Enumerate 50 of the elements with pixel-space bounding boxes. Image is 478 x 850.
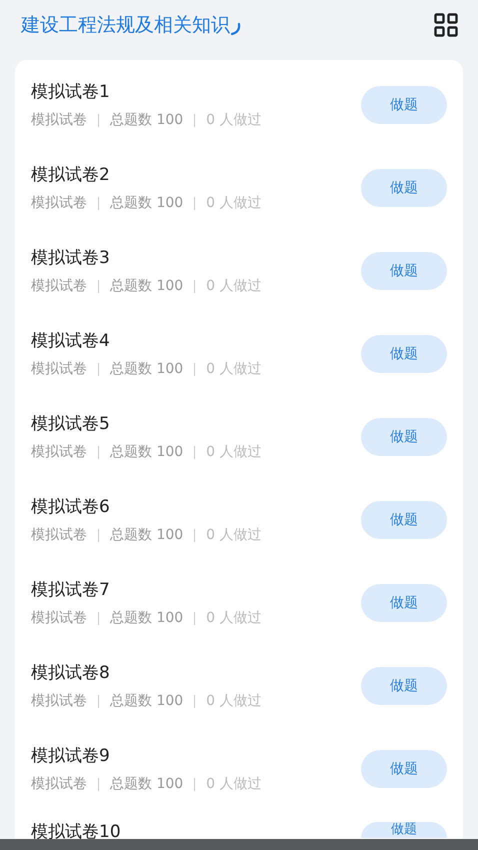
attempt-count: 0 人做过	[206, 526, 262, 544]
paper-title: 模拟试卷3	[31, 247, 111, 269]
attempt-count: 0 人做过	[206, 111, 262, 129]
attempt-count: 0 人做过	[206, 194, 262, 212]
attempt-count: 0 人做过	[206, 692, 262, 710]
practice-button[interactable]: 做题	[361, 168, 447, 206]
loading-icon	[230, 22, 242, 36]
paper-type: 模拟试卷	[31, 111, 87, 129]
question-count: 总题数 100	[110, 360, 184, 378]
question-count: 总题数 100	[110, 609, 184, 627]
paper-type: 模拟试卷	[31, 194, 87, 212]
paper-title: 模拟试卷10	[31, 821, 122, 843]
practice-button[interactable]: 做题	[361, 822, 447, 838]
question-count: 总题数 100	[110, 692, 184, 710]
paper-type: 模拟试卷	[31, 360, 87, 378]
paper-type: 模拟试卷	[31, 526, 87, 544]
practice-button[interactable]: 做题	[361, 86, 447, 124]
question-count: 总题数 100	[110, 443, 184, 461]
paper-type: 模拟试卷	[31, 277, 87, 295]
question-count: 总题数 100	[110, 277, 184, 295]
attempt-count: 0 人做过	[206, 775, 262, 793]
practice-button[interactable]: 做题	[361, 418, 447, 456]
paper-type: 模拟试卷	[31, 775, 87, 793]
practice-button[interactable]: 做题	[361, 334, 447, 372]
paper-title: 模拟试卷7	[31, 579, 111, 601]
question-count: 总题数 100	[110, 526, 184, 544]
question-count: 总题数 100	[110, 111, 184, 129]
paper-title: 模拟试卷1	[31, 81, 111, 103]
paper-type: 模拟试卷	[31, 443, 87, 461]
paper-title: 模拟试卷4	[31, 330, 111, 352]
paper-title: 模拟试卷8	[31, 662, 111, 684]
grid-icon[interactable]	[434, 13, 458, 37]
practice-button[interactable]: 做题	[361, 750, 447, 788]
attempt-count: 0 人做过	[206, 443, 262, 461]
attempt-count: 0 人做过	[206, 277, 262, 295]
practice-button[interactable]: 做题	[361, 666, 447, 704]
practice-button[interactable]: 做题	[361, 500, 447, 538]
paper-title: 模拟试卷6	[31, 496, 111, 518]
question-count: 总题数 100	[110, 775, 184, 793]
paper-title: 模拟试卷9	[31, 745, 111, 767]
paper-type: 模拟试卷	[31, 692, 87, 710]
page-title: 建设工程法规及相关知识	[21, 13, 230, 38]
question-count: 总题数 100	[110, 194, 184, 212]
practice-button[interactable]: 做题	[361, 584, 447, 622]
paper-title: 模拟试卷5	[31, 413, 111, 435]
paper-type: 模拟试卷	[31, 609, 87, 627]
attempt-count: 0 人做过	[206, 609, 262, 627]
practice-button[interactable]: 做题	[361, 252, 447, 290]
attempt-count: 0 人做过	[206, 360, 262, 378]
paper-title: 模拟试卷2	[31, 164, 111, 186]
